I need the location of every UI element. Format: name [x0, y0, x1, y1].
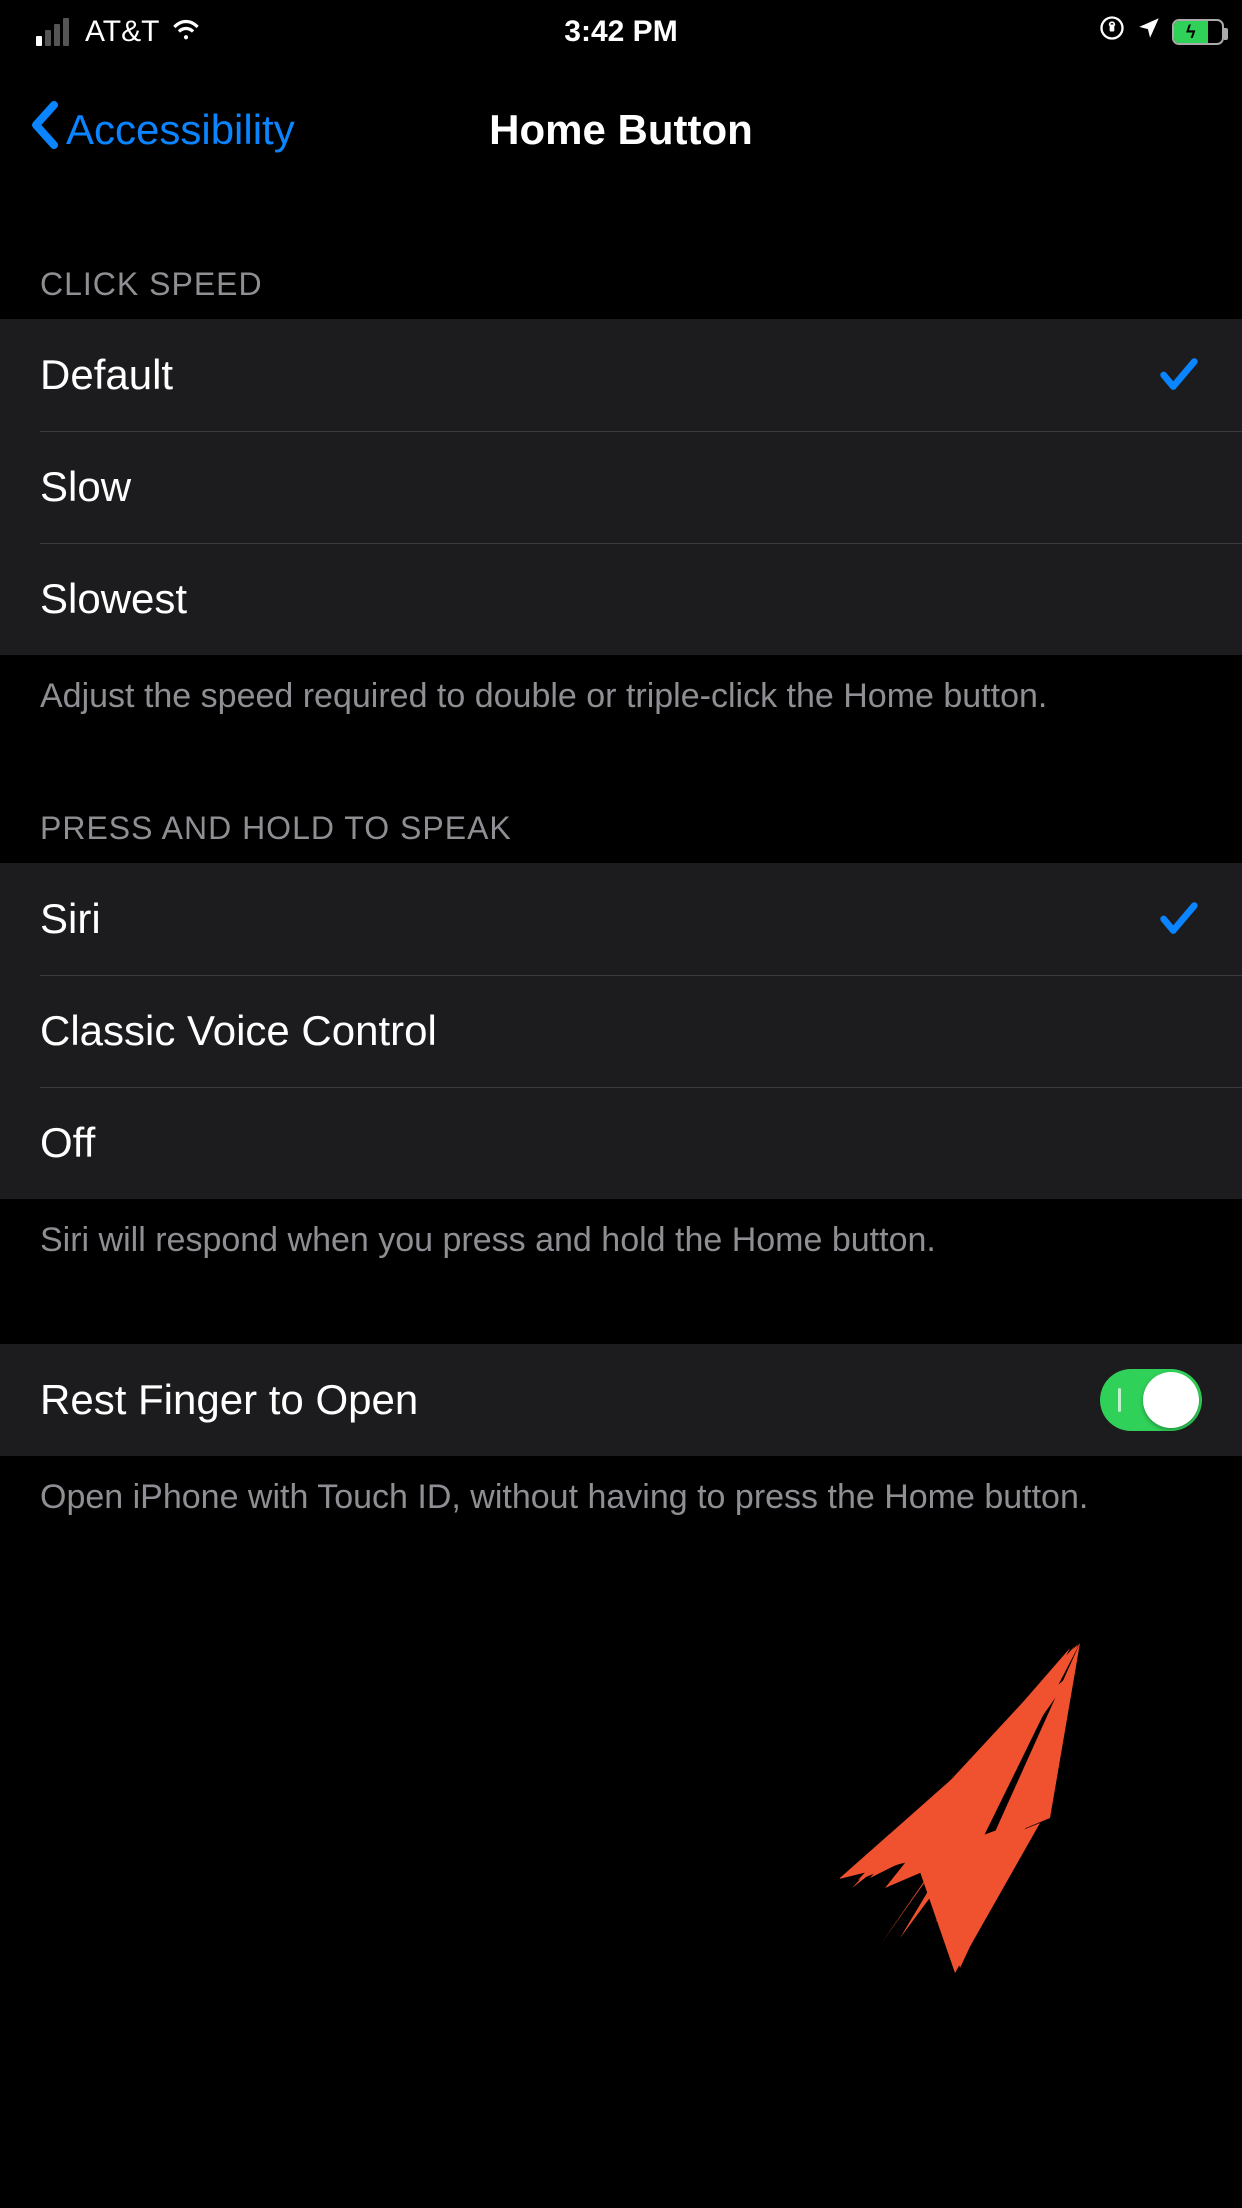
- wifi-icon: [169, 11, 203, 53]
- rest-finger-label: Rest Finger to Open: [40, 1376, 418, 1424]
- row-rest-finger[interactable]: Rest Finger to Open: [0, 1344, 1242, 1456]
- group-press-hold: Siri Classic Voice Control Off: [0, 863, 1242, 1199]
- option-off[interactable]: Off: [0, 1087, 1242, 1199]
- toggle-on-indicator: [1118, 1388, 1121, 1412]
- option-slow[interactable]: Slow: [0, 431, 1242, 543]
- option-siri[interactable]: Siri: [0, 863, 1242, 975]
- toggle-rest-finger[interactable]: [1100, 1369, 1202, 1431]
- checkmark-icon: [1156, 352, 1202, 398]
- option-slowest[interactable]: Slowest: [0, 543, 1242, 655]
- option-label: Slow: [40, 463, 131, 511]
- option-classic-voice-control[interactable]: Classic Voice Control: [0, 975, 1242, 1087]
- toggle-knob: [1143, 1372, 1199, 1428]
- status-right: ϟ: [1098, 14, 1224, 50]
- section-footer-click-speed: Adjust the speed required to double or t…: [0, 655, 1242, 720]
- option-label: Off: [40, 1119, 95, 1167]
- cellular-signal-icon: [36, 18, 69, 46]
- page-title: Home Button: [489, 106, 753, 154]
- rotation-lock-icon: [1098, 14, 1126, 50]
- option-label: Classic Voice Control: [40, 1007, 437, 1055]
- status-bar: AT&T 3:42 PM ϟ: [0, 0, 1242, 64]
- chevron-back-icon: [30, 101, 58, 159]
- status-left: AT&T: [36, 11, 203, 53]
- section-footer-press-hold: Siri will respond when you press and hol…: [0, 1199, 1242, 1264]
- battery-icon: ϟ: [1172, 19, 1224, 45]
- carrier-label: AT&T: [85, 15, 159, 49]
- option-label: Default: [40, 351, 173, 399]
- section-footer-rest-finger: Open iPhone with Touch ID, without havin…: [0, 1456, 1242, 1521]
- section-header-click-speed: CLICK SPEED: [0, 196, 1242, 319]
- back-button[interactable]: Accessibility: [30, 101, 295, 159]
- section-header-press-hold: PRESS AND HOLD TO SPEAK: [0, 720, 1242, 863]
- option-label: Siri: [40, 895, 101, 943]
- checkmark-icon: [1156, 896, 1202, 942]
- option-label: Slowest: [40, 575, 187, 623]
- status-time: 3:42 PM: [564, 15, 677, 49]
- group-click-speed: Default Slow Slowest: [0, 319, 1242, 655]
- nav-bar: Accessibility Home Button: [0, 64, 1242, 196]
- option-default[interactable]: Default: [0, 319, 1242, 431]
- charging-bolt-icon: ϟ: [1186, 22, 1196, 43]
- annotation-arrow-icon: [840, 1638, 1120, 1983]
- back-label: Accessibility: [66, 106, 295, 154]
- location-icon: [1136, 15, 1162, 49]
